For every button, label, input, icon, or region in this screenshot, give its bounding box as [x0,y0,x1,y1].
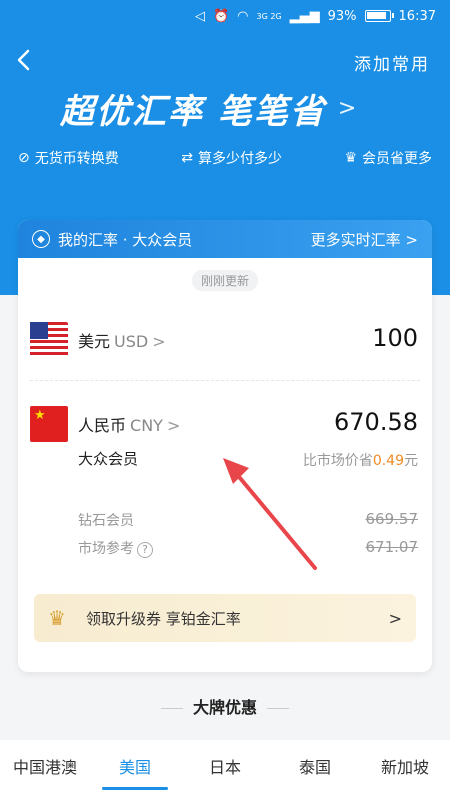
feature-pay-exact: ⇄ 算多少付多少 [181,148,282,168]
alarm-icon: ⏰ [212,8,230,24]
cn-flag-icon [30,406,68,442]
card-header-left: ◆ 我的汇率 · 大众会员 [32,229,192,250]
from-currency-row: 美元 USD > 100 [30,320,420,360]
to-currency-code: CNY [130,416,163,435]
network-label: 3G 2G [256,11,282,21]
calculate-icon: ⇄ [181,150,193,166]
exchange-rate-card: ◆ 我的汇率 · 大众会员 更多实时汇率 > 刚刚更新 美元USD> 100 人… [18,220,432,672]
feature-label: 无货币转换费 [34,151,119,167]
from-currency-selector[interactable]: 美元 USD > [78,328,166,352]
more-rates-link[interactable]: 更多实时汇率 > [311,229,418,250]
upgrade-label: 领取升级券 享铂金汇率 [85,609,241,628]
status-bar: ◁ ⏰ ◠ 3G 2G ▂▄▆ 93% 16:37 [0,0,450,32]
tab-usa[interactable]: 美国 [90,740,180,800]
savings-unit: 元 [404,453,418,469]
feature-member-save: ♛ 会员省更多 [344,148,432,168]
add-favorite-button[interactable]: 添加常用 [354,50,430,75]
updated-badge: 刚刚更新 [191,270,259,291]
country-tabs: 中国港澳 美国 日本 泰国 新加坡 [0,740,450,800]
section-title: 大牌优惠 [0,694,450,718]
nav-bar: 添加常用 [0,40,450,80]
battery-percent: 93% [327,8,357,24]
battery-icon [364,10,394,22]
us-flag-icon [30,322,68,358]
crown-icon: ♛ [48,606,66,630]
from-amount-input[interactable]: 100 [372,324,418,352]
to-currency-row: 人民币CNY> 670.58 [30,406,420,446]
tab-singapore[interactable]: 新加坡 [360,740,450,800]
chevron-right-icon: > [337,96,359,121]
to-currency-name: 人民币 [78,416,127,435]
member-level-label: 大众会员 [78,450,139,468]
card-header: ◆ 我的汇率 · 大众会员 更多实时汇率 > [18,220,432,258]
to-amount: 670.58 [334,408,418,436]
diamond-value: 669.57 [365,510,419,528]
annotation-arrow [223,458,317,570]
from-currency-name: 美元 [78,332,111,351]
divider [30,380,420,381]
promo-headline[interactable]: 超优汇率 笔笔省 > [60,84,358,133]
chevron-right-icon: > [166,416,181,435]
market-value: 671.07 [365,538,419,556]
tab-thailand[interactable]: 泰国 [270,740,360,800]
feature-list: ⊘ 无货币转换费 ⇄ 算多少付多少 ♛ 会员省更多 [0,148,450,168]
tab-japan[interactable]: 日本 [180,740,270,800]
chevron-right-icon: > [388,608,402,628]
help-icon[interactable]: ? [137,541,153,558]
from-currency-code: USD [114,332,149,351]
diamond-label: 钻石会员 [78,513,134,529]
mute-icon: ◁ [194,8,205,24]
to-currency-selector[interactable]: 人民币 CNY > [78,412,180,436]
feature-label: 会员省更多 [362,151,432,167]
chevron-left-icon [17,49,30,71]
crown-icon: ♛ [344,150,357,166]
my-rate-label: 我的汇率 · 大众会员 [58,230,193,249]
back-button[interactable] [14,48,42,76]
upgrade-coupon-banner[interactable]: ♛ 领取升级券 享铂金汇率 > [34,594,416,642]
market-label: 市场参考 [78,541,134,557]
no-fee-icon: ⊘ [18,150,30,166]
savings-value: 0.49 [372,453,404,469]
clock: 16:37 [398,8,436,24]
signal-icon: ▂▄▆ [289,8,320,24]
wifi-icon: ◠ [237,8,249,24]
tab-hk-macau[interactable]: 中国港澳 [0,740,90,800]
headline-text: 超优汇率 笔笔省 [60,92,326,132]
diamond-icon: ◆ [32,230,50,248]
chevron-right-icon: > [152,332,166,351]
market-label-wrap: 市场参考? [78,538,153,558]
feature-no-fee: ⊘ 无货币转换费 [18,148,119,168]
feature-label: 算多少付多少 [197,151,282,167]
